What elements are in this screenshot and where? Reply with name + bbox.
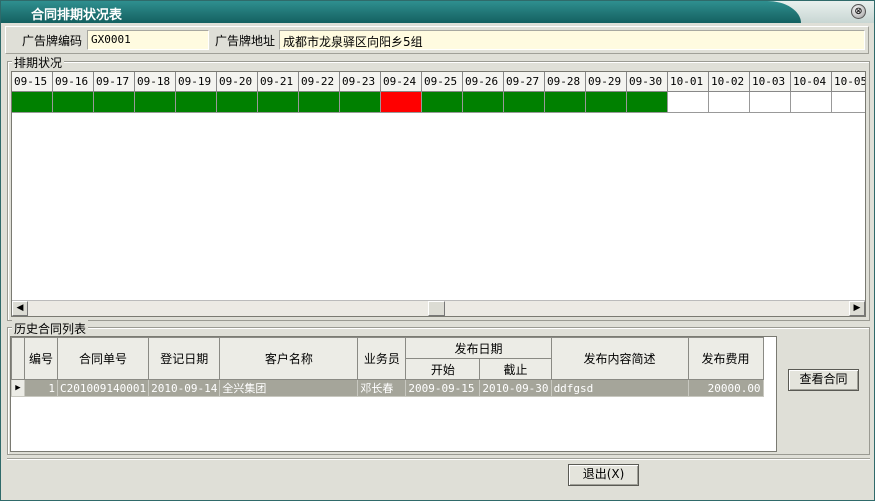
schedule-status-cell[interactable] (381, 92, 422, 113)
schedule-date-header: 09-29 (586, 72, 627, 92)
schedule-date-header: 09-15 (12, 72, 53, 92)
schedule-header-row: 09-15 09-16 09-17 09-18 09-19 09-20 09-21 09-22… (12, 72, 865, 92)
billboard-address-field[interactable]: 成都市龙泉驿区向阳乡5组 (279, 30, 865, 50)
col-salesman-header[interactable]: 业务员 (357, 337, 407, 380)
scroll-left-icon[interactable]: ◀ (12, 301, 28, 316)
schedule-date-header: 10-04 (791, 72, 832, 92)
schedule-date-header: 10-01 (668, 72, 709, 92)
schedule-date-header: 09-18 (135, 72, 176, 92)
col-contract-no-header[interactable]: 合同单号 (56, 337, 150, 380)
col-customer-header[interactable]: 客户名称 (219, 337, 359, 380)
schedule-status-cell[interactable] (422, 92, 463, 113)
schedule-status-cell[interactable] (217, 92, 258, 113)
schedule-horizontal-scrollbar[interactable]: ◀ ▶ (12, 300, 865, 316)
schedule-date-header: 09-26 (463, 72, 504, 92)
schedule-status-cell[interactable] (258, 92, 299, 113)
cell-salesman[interactable]: 邓长春 (357, 379, 407, 397)
history-table: 编号 合同单号 登记日期 客户名称 业务员 发布日期 发布内容简述 发布费用 开… (11, 337, 764, 397)
schedule-status-cell[interactable] (299, 92, 340, 113)
col-start-header[interactable]: 开始 (405, 358, 481, 380)
billboard-code-label: 广告牌编码 (22, 34, 83, 48)
schedule-date-header: 09-28 (545, 72, 586, 92)
schedule-date-header: 10-03 (750, 72, 791, 92)
col-publish-date-header[interactable]: 发布日期 (405, 337, 552, 359)
title-tab: 合同排期状况表 (1, 1, 801, 23)
scroll-right-icon[interactable]: ▶ (849, 301, 865, 316)
cell-fee[interactable]: 20000.00 (687, 379, 764, 397)
row-indicator-header (11, 337, 25, 380)
scrollbar-thumb[interactable] (428, 301, 445, 316)
window-title: 合同排期状况表 (31, 8, 123, 23)
schedule-date-header: 09-30 (627, 72, 668, 92)
schedule-date-header: 09-20 (217, 72, 258, 92)
schedule-status-cell[interactable] (94, 92, 135, 113)
col-reg-date-header[interactable]: 登记日期 (148, 337, 221, 380)
schedule-status-cell[interactable] (627, 92, 668, 113)
schedule-status-cell[interactable] (709, 92, 750, 113)
schedule-status-cell[interactable] (135, 92, 176, 113)
schedule-date-header: 10-05 (832, 72, 865, 92)
title-bar: 合同排期状况表 ⊗ (1, 1, 874, 23)
table-row[interactable]: ▶ 1 C201009140001 2010-09-14 全兴集团 邓长春 20… (11, 379, 764, 397)
schedule-status-cell[interactable] (586, 92, 627, 113)
schedule-date-header: 09-21 (258, 72, 299, 92)
schedule-status-cell[interactable] (12, 92, 53, 113)
billboard-address-label: 广告牌地址 (215, 34, 276, 48)
schedule-date-header: 09-16 (53, 72, 94, 92)
cell-end[interactable]: 2010-09-30 (479, 379, 552, 397)
schedule-legend: 排期状况 (12, 54, 65, 71)
schedule-date-header: 09-22 (299, 72, 340, 92)
billboard-code-field[interactable]: GX0001 (87, 30, 209, 50)
schedule-date-header: 09-27 (504, 72, 545, 92)
col-end-header[interactable]: 截止 (479, 358, 552, 380)
cell-customer[interactable]: 全兴集团 (219, 379, 359, 397)
schedule-status-cell[interactable] (791, 92, 832, 113)
schedule-status-row (12, 92, 865, 113)
schedule-status-cell[interactable] (750, 92, 791, 113)
close-icon[interactable]: ⊗ (851, 4, 866, 19)
schedule-status-cell[interactable] (463, 92, 504, 113)
schedule-date-header: 09-25 (422, 72, 463, 92)
cell-content[interactable]: ddfgsd (550, 379, 689, 397)
schedule-date-header: 09-19 (176, 72, 217, 92)
exit-button[interactable]: 退出(X) (568, 464, 639, 486)
schedule-status-cell[interactable] (176, 92, 217, 113)
schedule-status-cell[interactable] (53, 92, 94, 113)
schedule-date-header: 09-24 (381, 72, 422, 92)
schedule-status-cell[interactable] (668, 92, 709, 113)
schedule-status-cell[interactable] (545, 92, 586, 113)
cell-reg-date[interactable]: 2010-09-14 (148, 379, 221, 397)
schedule-date-header: 09-23 (340, 72, 381, 92)
cell-contract-no[interactable]: C201009140001 (56, 379, 150, 397)
schedule-date-header: 10-02 (709, 72, 750, 92)
history-legend: 历史合同列表 (12, 320, 89, 337)
row-indicator-icon: ▶ (11, 379, 25, 397)
history-table-area: 编号 合同单号 登记日期 客户名称 业务员 发布日期 发布内容简述 发布费用 开… (10, 336, 777, 452)
view-contract-button[interactable]: 查看合同 (788, 369, 859, 391)
cell-no[interactable]: 1 (24, 379, 58, 397)
schedule-status-cell[interactable] (504, 92, 545, 113)
schedule-status-cell[interactable] (340, 92, 381, 113)
cell-start[interactable]: 2009-09-15 (405, 379, 481, 397)
col-content-header[interactable]: 发布内容简述 (550, 337, 689, 380)
schedule-grid: 09-15 09-16 09-17 09-18 09-19 09-20 09-21 09-22… (11, 71, 866, 317)
schedule-status-cell[interactable] (832, 92, 865, 113)
schedule-date-header: 09-17 (94, 72, 135, 92)
contract-schedule-window: 合同排期状况表 ⊗ 广告牌编码 GX0001 广告牌地址 成都市龙泉驿区向阳乡5… (0, 0, 875, 501)
footer-divider (7, 458, 870, 460)
col-no-header[interactable]: 编号 (24, 337, 58, 380)
col-fee-header[interactable]: 发布费用 (687, 337, 764, 380)
